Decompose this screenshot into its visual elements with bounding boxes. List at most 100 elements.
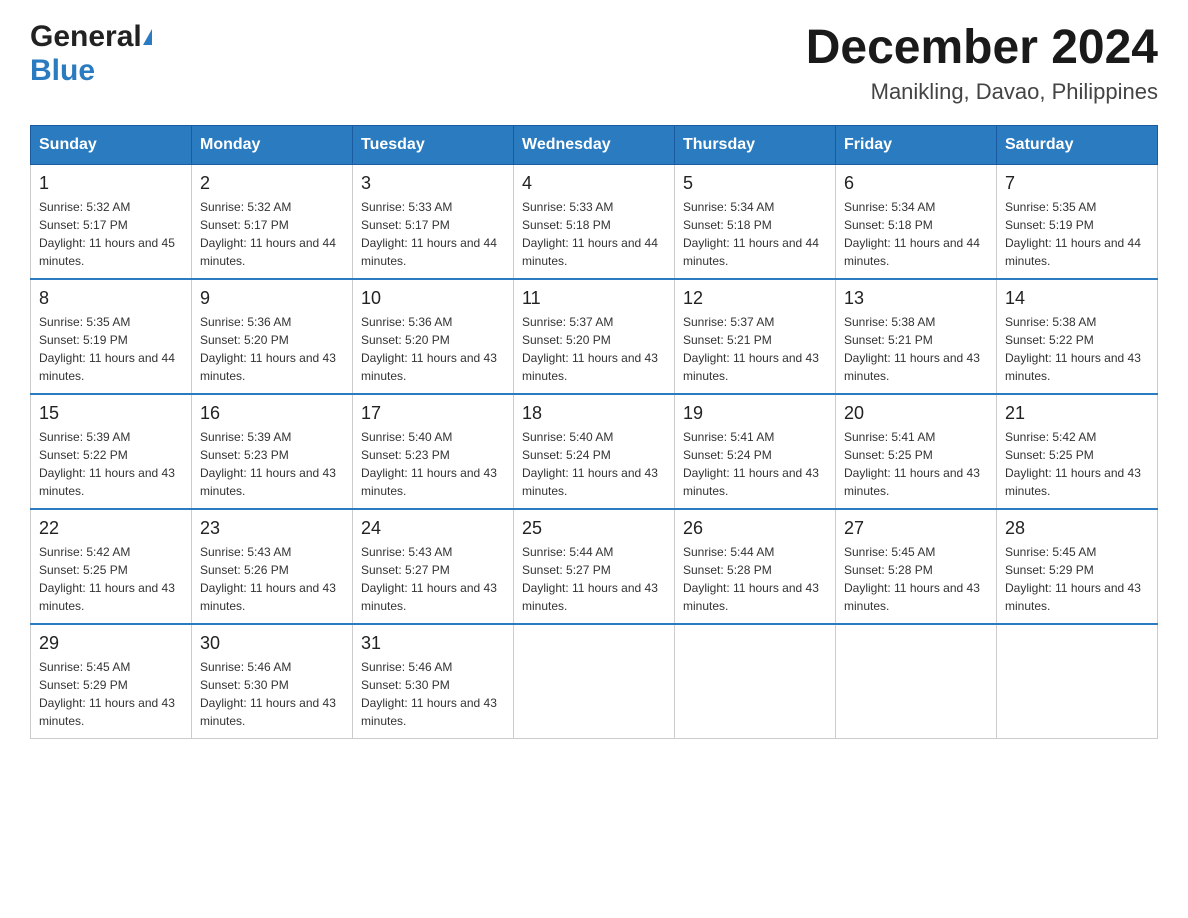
- day-number: 9: [200, 288, 344, 309]
- day-info: Sunrise: 5:36 AMSunset: 5:20 PMDaylight:…: [361, 313, 505, 385]
- day-info: Sunrise: 5:35 AMSunset: 5:19 PMDaylight:…: [39, 313, 183, 385]
- calendar-cell: 31 Sunrise: 5:46 AMSunset: 5:30 PMDayligh…: [353, 624, 514, 739]
- day-info: Sunrise: 5:45 AMSunset: 5:28 PMDaylight:…: [844, 543, 988, 615]
- calendar-cell: 30 Sunrise: 5:46 AMSunset: 5:30 PMDayligh…: [192, 624, 353, 739]
- day-info: Sunrise: 5:32 AMSunset: 5:17 PMDaylight:…: [200, 198, 344, 270]
- calendar-week-row: 22 Sunrise: 5:42 AMSunset: 5:25 PMDayligh…: [31, 509, 1158, 624]
- day-info: Sunrise: 5:32 AMSunset: 5:17 PMDaylight:…: [39, 198, 183, 270]
- calendar-cell: 7 Sunrise: 5:35 AMSunset: 5:19 PMDaylight…: [997, 165, 1158, 280]
- calendar-cell: [675, 624, 836, 739]
- day-info: Sunrise: 5:40 AMSunset: 5:23 PMDaylight:…: [361, 428, 505, 500]
- day-number: 28: [1005, 518, 1149, 539]
- day-info: Sunrise: 5:44 AMSunset: 5:27 PMDaylight:…: [522, 543, 666, 615]
- day-info: Sunrise: 5:45 AMSunset: 5:29 PMDaylight:…: [1005, 543, 1149, 615]
- calendar-cell: 13 Sunrise: 5:38 AMSunset: 5:21 PMDayligh…: [836, 279, 997, 394]
- day-number: 5: [683, 173, 827, 194]
- calendar-week-row: 29 Sunrise: 5:45 AMSunset: 5:29 PMDayligh…: [31, 624, 1158, 739]
- day-number: 14: [1005, 288, 1149, 309]
- day-info: Sunrise: 5:33 AMSunset: 5:18 PMDaylight:…: [522, 198, 666, 270]
- day-number: 7: [1005, 173, 1149, 194]
- calendar-cell: 28 Sunrise: 5:45 AMSunset: 5:29 PMDayligh…: [997, 509, 1158, 624]
- logo-blue-text: Blue: [30, 54, 95, 87]
- day-number: 4: [522, 173, 666, 194]
- day-number: 2: [200, 173, 344, 194]
- calendar-cell: 9 Sunrise: 5:36 AMSunset: 5:20 PMDaylight…: [192, 279, 353, 394]
- header-monday: Monday: [192, 126, 353, 165]
- day-info: Sunrise: 5:37 AMSunset: 5:20 PMDaylight:…: [522, 313, 666, 385]
- day-info: Sunrise: 5:46 AMSunset: 5:30 PMDaylight:…: [200, 658, 344, 730]
- day-number: 1: [39, 173, 183, 194]
- calendar-cell: 2 Sunrise: 5:32 AMSunset: 5:17 PMDaylight…: [192, 165, 353, 280]
- page-header: General Blue December 2024 Manikling, Da…: [30, 20, 1158, 105]
- calendar-cell: 11 Sunrise: 5:37 AMSunset: 5:20 PMDayligh…: [514, 279, 675, 394]
- calendar-cell: 18 Sunrise: 5:40 AMSunset: 5:24 PMDayligh…: [514, 394, 675, 509]
- calendar-cell: [836, 624, 997, 739]
- day-number: 18: [522, 403, 666, 424]
- calendar-cell: 14 Sunrise: 5:38 AMSunset: 5:22 PMDayligh…: [997, 279, 1158, 394]
- day-number: 21: [1005, 403, 1149, 424]
- calendar-cell: [997, 624, 1158, 739]
- calendar-table: SundayMondayTuesdayWednesdayThursdayFrid…: [30, 125, 1158, 739]
- day-number: 3: [361, 173, 505, 194]
- day-info: Sunrise: 5:34 AMSunset: 5:18 PMDaylight:…: [844, 198, 988, 270]
- day-info: Sunrise: 5:40 AMSunset: 5:24 PMDaylight:…: [522, 428, 666, 500]
- day-number: 30: [200, 633, 344, 654]
- day-info: Sunrise: 5:41 AMSunset: 5:25 PMDaylight:…: [844, 428, 988, 500]
- day-number: 20: [844, 403, 988, 424]
- day-number: 19: [683, 403, 827, 424]
- day-number: 16: [200, 403, 344, 424]
- calendar-cell: 1 Sunrise: 5:32 AMSunset: 5:17 PMDaylight…: [31, 165, 192, 280]
- calendar-week-row: 8Sunrise: 5:35 AMSunset: 5:19 PMDaylight…: [31, 279, 1158, 394]
- calendar-cell: 8Sunrise: 5:35 AMSunset: 5:19 PMDaylight…: [31, 279, 192, 394]
- calendar-cell: 29 Sunrise: 5:45 AMSunset: 5:29 PMDayligh…: [31, 624, 192, 739]
- day-number: 29: [39, 633, 183, 654]
- calendar-cell: 17Sunrise: 5:40 AMSunset: 5:23 PMDayligh…: [353, 394, 514, 509]
- day-info: Sunrise: 5:35 AMSunset: 5:19 PMDaylight:…: [1005, 198, 1149, 270]
- day-info: Sunrise: 5:42 AMSunset: 5:25 PMDaylight:…: [1005, 428, 1149, 500]
- calendar-cell: 20 Sunrise: 5:41 AMSunset: 5:25 PMDayligh…: [836, 394, 997, 509]
- logo: General Blue: [30, 20, 152, 88]
- calendar-cell: 19Sunrise: 5:41 AMSunset: 5:24 PMDayligh…: [675, 394, 836, 509]
- calendar-week-row: 1 Sunrise: 5:32 AMSunset: 5:17 PMDaylight…: [31, 165, 1158, 280]
- calendar-cell: 25Sunrise: 5:44 AMSunset: 5:27 PMDayligh…: [514, 509, 675, 624]
- day-number: 15: [39, 403, 183, 424]
- calendar-cell: 10Sunrise: 5:36 AMSunset: 5:20 PMDayligh…: [353, 279, 514, 394]
- day-info: Sunrise: 5:45 AMSunset: 5:29 PMDaylight:…: [39, 658, 183, 730]
- day-info: Sunrise: 5:34 AMSunset: 5:18 PMDaylight:…: [683, 198, 827, 270]
- logo-arrow-icon: [143, 29, 152, 45]
- day-info: Sunrise: 5:36 AMSunset: 5:20 PMDaylight:…: [200, 313, 344, 385]
- calendar-cell: 5 Sunrise: 5:34 AMSunset: 5:18 PMDaylight…: [675, 165, 836, 280]
- day-number: 13: [844, 288, 988, 309]
- header-tuesday: Tuesday: [353, 126, 514, 165]
- calendar-cell: 22 Sunrise: 5:42 AMSunset: 5:25 PMDayligh…: [31, 509, 192, 624]
- day-info: Sunrise: 5:38 AMSunset: 5:22 PMDaylight:…: [1005, 313, 1149, 385]
- calendar-cell: 4 Sunrise: 5:33 AMSunset: 5:18 PMDaylight…: [514, 165, 675, 280]
- day-number: 26: [683, 518, 827, 539]
- calendar-cell: 24 Sunrise: 5:43 AMSunset: 5:27 PMDayligh…: [353, 509, 514, 624]
- day-number: 22: [39, 518, 183, 539]
- location-subtitle: Manikling, Davao, Philippines: [806, 79, 1158, 105]
- day-info: Sunrise: 5:43 AMSunset: 5:26 PMDaylight:…: [200, 543, 344, 615]
- day-info: Sunrise: 5:42 AMSunset: 5:25 PMDaylight:…: [39, 543, 183, 615]
- day-info: Sunrise: 5:39 AMSunset: 5:22 PMDaylight:…: [39, 428, 183, 500]
- calendar-week-row: 15 Sunrise: 5:39 AMSunset: 5:22 PMDayligh…: [31, 394, 1158, 509]
- day-info: Sunrise: 5:44 AMSunset: 5:28 PMDaylight:…: [683, 543, 827, 615]
- day-number: 24: [361, 518, 505, 539]
- day-number: 11: [522, 288, 666, 309]
- day-info: Sunrise: 5:46 AMSunset: 5:30 PMDaylight:…: [361, 658, 505, 730]
- header-saturday: Saturday: [997, 126, 1158, 165]
- day-number: 27: [844, 518, 988, 539]
- day-number: 6: [844, 173, 988, 194]
- day-info: Sunrise: 5:43 AMSunset: 5:27 PMDaylight:…: [361, 543, 505, 615]
- header-sunday: Sunday: [31, 126, 192, 165]
- day-number: 31: [361, 633, 505, 654]
- calendar-cell: 27 Sunrise: 5:45 AMSunset: 5:28 PMDayligh…: [836, 509, 997, 624]
- day-number: 12: [683, 288, 827, 309]
- logo-general-text: General: [30, 20, 142, 54]
- calendar-header-row: SundayMondayTuesdayWednesdayThursdayFrid…: [31, 126, 1158, 165]
- calendar-cell: 16 Sunrise: 5:39 AMSunset: 5:23 PMDayligh…: [192, 394, 353, 509]
- day-info: Sunrise: 5:39 AMSunset: 5:23 PMDaylight:…: [200, 428, 344, 500]
- day-info: Sunrise: 5:38 AMSunset: 5:21 PMDaylight:…: [844, 313, 988, 385]
- title-section: December 2024 Manikling, Davao, Philippi…: [806, 20, 1158, 105]
- day-info: Sunrise: 5:37 AMSunset: 5:21 PMDaylight:…: [683, 313, 827, 385]
